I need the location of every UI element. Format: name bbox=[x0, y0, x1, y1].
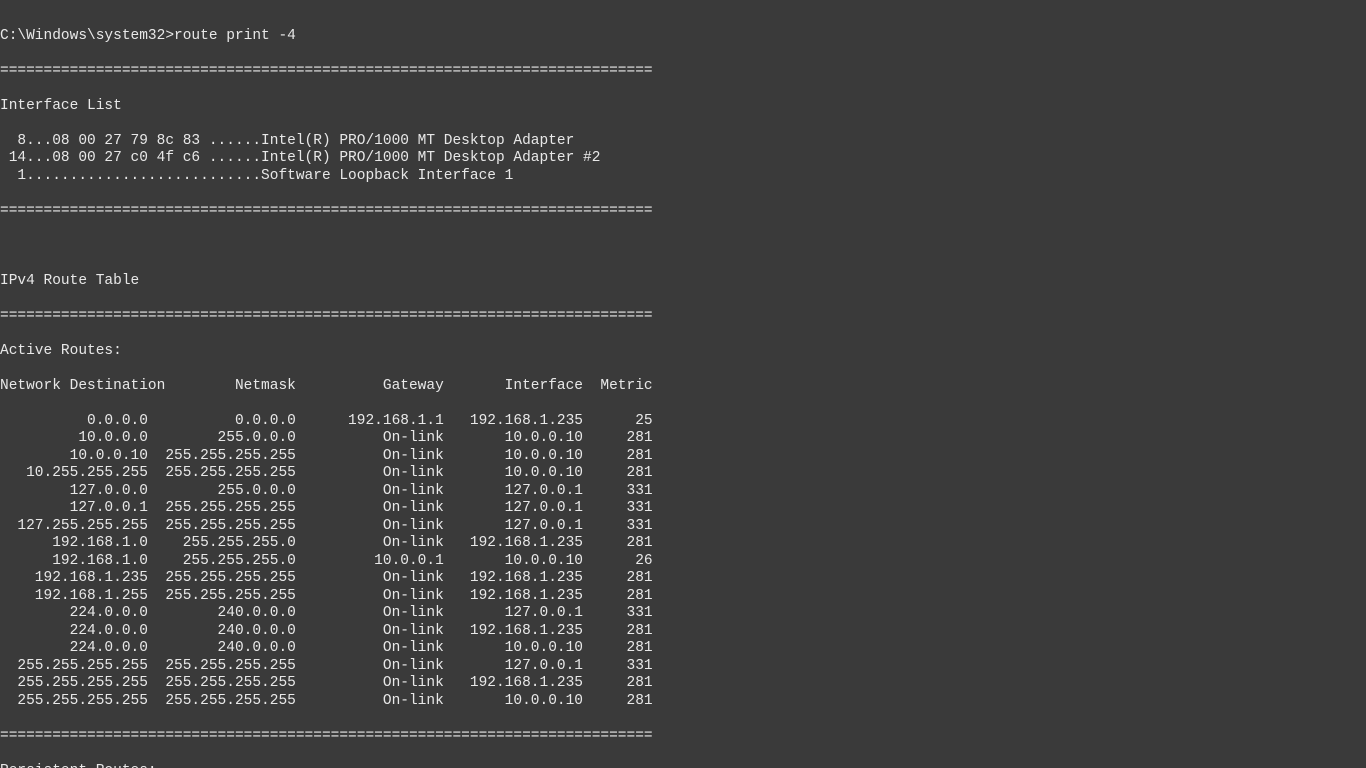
route-row: 255.255.255.255 255.255.255.255 On-link … bbox=[0, 658, 1366, 676]
route-row: 192.168.1.235 255.255.255.255 On-link 19… bbox=[0, 570, 1366, 588]
interface-entry: 14...08 00 27 c0 4f c6 ......Intel(R) PR… bbox=[0, 150, 1366, 168]
route-row: 192.168.1.0 255.255.255.0 On-link 192.16… bbox=[0, 535, 1366, 553]
route-row: 127.0.0.1 255.255.255.255 On-link 127.0.… bbox=[0, 500, 1366, 518]
interface-entry: 1...........................Software Loo… bbox=[0, 168, 1366, 186]
prompt-line-1: C:\Windows\system32>route print -4 bbox=[0, 28, 1366, 46]
blank bbox=[0, 238, 1366, 256]
divider: ========================================… bbox=[0, 728, 1366, 746]
persistent-routes-header: Persistent Routes: bbox=[0, 763, 1366, 768]
divider: ========================================… bbox=[0, 63, 1366, 81]
route-row: 192.168.1.255 255.255.255.255 On-link 19… bbox=[0, 588, 1366, 606]
route-row: 224.0.0.0 240.0.0.0 On-link 192.168.1.23… bbox=[0, 623, 1366, 641]
interface-list-header: Interface List bbox=[0, 98, 1366, 116]
route-row: 10.0.0.10 255.255.255.255 On-link 10.0.0… bbox=[0, 448, 1366, 466]
route-row: 127.0.0.0 255.0.0.0 On-link 127.0.0.1 33… bbox=[0, 483, 1366, 501]
route-row: 0.0.0.0 0.0.0.0 192.168.1.1 192.168.1.23… bbox=[0, 413, 1366, 431]
prompt-text: C:\Windows\system32> bbox=[0, 28, 174, 44]
route-columns-header: Network Destination Netmask Gateway Inte… bbox=[0, 378, 1366, 396]
command-1: route print -4 bbox=[174, 28, 296, 44]
route-row: 192.168.1.0 255.255.255.0 10.0.0.1 10.0.… bbox=[0, 553, 1366, 571]
route-row: 10.255.255.255 255.255.255.255 On-link 1… bbox=[0, 465, 1366, 483]
route-table-header: IPv4 Route Table bbox=[0, 273, 1366, 291]
interface-entry: 8...08 00 27 79 8c 83 ......Intel(R) PRO… bbox=[0, 133, 1366, 151]
route-row: 255.255.255.255 255.255.255.255 On-link … bbox=[0, 693, 1366, 711]
route-row: 127.255.255.255 255.255.255.255 On-link … bbox=[0, 518, 1366, 536]
divider: ========================================… bbox=[0, 203, 1366, 221]
divider: ========================================… bbox=[0, 308, 1366, 326]
route-row: 224.0.0.0 240.0.0.0 On-link 10.0.0.10 28… bbox=[0, 640, 1366, 658]
active-routes-header: Active Routes: bbox=[0, 343, 1366, 361]
route-row: 224.0.0.0 240.0.0.0 On-link 127.0.0.1 33… bbox=[0, 605, 1366, 623]
route-row: 10.0.0.0 255.0.0.0 On-link 10.0.0.10 281 bbox=[0, 430, 1366, 448]
route-row: 255.255.255.255 255.255.255.255 On-link … bbox=[0, 675, 1366, 693]
terminal-output[interactable]: C:\Windows\system32>route print -4 =====… bbox=[0, 0, 1366, 768]
